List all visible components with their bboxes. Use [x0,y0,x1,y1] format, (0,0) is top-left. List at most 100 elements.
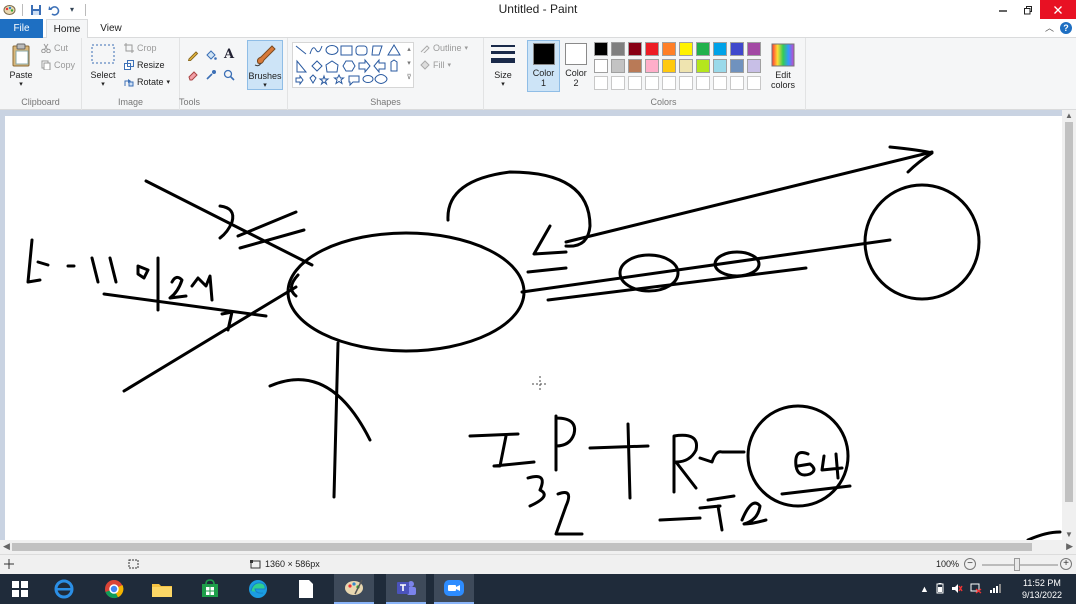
paint-app-icon[interactable] [2,3,16,17]
close-button[interactable] [1040,0,1076,19]
text-tool-icon[interactable]: A [222,47,236,62]
minimize-button[interactable] [990,0,1015,19]
select-dropdown-icon[interactable]: ▾ [88,80,118,88]
palette-swatch[interactable] [645,42,659,56]
tab-file[interactable]: File [0,19,43,38]
scroll-down-icon[interactable]: ▼ [1065,530,1073,539]
palette-swatch[interactable] [645,59,659,73]
color1-button[interactable]: Color 1 [527,40,560,92]
volume-icon[interactable] [951,583,963,596]
tray-overflow-icon[interactable]: ▲ [920,584,929,594]
vertical-scrollbar[interactable]: ▲ ▼ [1062,110,1076,540]
shapes-scroll[interactable]: ▴ ▾ ⊽ [404,43,414,87]
horizontal-scrollbar[interactable]: ◀ ▶ [0,540,1076,554]
palette-swatch[interactable] [628,76,642,90]
palette-swatch[interactable] [611,59,625,73]
edit-colors-button[interactable]: Edit colors [768,42,798,90]
pencil-icon[interactable] [186,48,200,62]
palette-swatch[interactable] [730,42,744,56]
palette-swatch[interactable] [713,42,727,56]
brushes-button[interactable]: Brushes ▾ [247,40,283,90]
taskbar-chrome[interactable] [94,574,134,604]
palette-swatch[interactable] [628,42,642,56]
undo-icon[interactable] [47,3,61,17]
palette-swatch[interactable] [696,59,710,73]
palette-swatch[interactable] [628,59,642,73]
eraser-icon[interactable] [186,68,200,82]
crop-icon [124,43,134,53]
network-icon[interactable] [970,583,982,596]
copy-button[interactable]: Copy [41,60,75,71]
drawing-stroke [532,224,568,256]
palette-swatch[interactable] [696,42,710,56]
tab-home[interactable]: Home [46,19,88,39]
customize-qat-icon[interactable]: ▾ [65,3,79,17]
palette-swatch[interactable] [594,59,608,73]
palette-swatch[interactable] [594,42,608,56]
tab-view[interactable]: View [92,19,130,38]
crop-button[interactable]: Crop [124,43,157,53]
palette-swatch[interactable] [679,59,693,73]
palette-swatch[interactable] [747,42,761,56]
brushes-dropdown-icon[interactable]: ▾ [248,81,282,89]
outline-button[interactable]: Outline ▾ [420,43,468,55]
palette-swatch[interactable] [662,59,676,73]
palette-swatch[interactable] [730,59,744,73]
zoom-slider-thumb[interactable] [1014,558,1020,571]
paste-dropdown-icon[interactable]: ▾ [6,80,36,88]
taskbar-file-explorer[interactable] [142,574,182,604]
taskbar-edge[interactable] [238,574,278,604]
palette-swatch[interactable] [611,42,625,56]
taskbar-teams[interactable] [386,574,426,604]
palette-swatch[interactable] [611,76,625,90]
horizontal-scroll-thumb[interactable] [12,543,1032,551]
taskbar-clock[interactable]: 11:52 PM 9/13/2022 [1022,577,1062,601]
fill-bucket-icon[interactable] [204,48,218,62]
palette-swatch[interactable] [696,76,710,90]
fill-button[interactable]: Fill ▾ [420,60,451,70]
palette-swatch[interactable] [679,42,693,56]
scroll-right-icon[interactable]: ▶ [1066,541,1073,552]
taskbar-store[interactable] [190,574,230,604]
vertical-scroll-thumb[interactable] [1065,122,1073,502]
magnifier-icon[interactable] [222,68,236,82]
size-dropdown-icon[interactable]: ▾ [487,80,519,88]
palette-swatch[interactable] [645,76,659,90]
start-button[interactable] [0,574,40,604]
taskbar-internet-explorer[interactable] [44,574,84,604]
restore-button[interactable] [1015,0,1040,19]
resize-button[interactable]: Resize [124,60,165,70]
save-icon[interactable] [29,3,43,17]
palette-swatch[interactable] [679,76,693,90]
help-icon[interactable]: ? [1060,21,1072,34]
taskbar-paint[interactable] [334,574,374,604]
palette-swatch[interactable] [713,76,727,90]
wifi-signal-icon[interactable] [989,583,1001,595]
select-button[interactable]: Select ▾ [88,42,118,88]
scroll-up-icon[interactable]: ▲ [1065,111,1073,120]
scroll-left-icon[interactable]: ◀ [3,541,10,552]
taskbar-notepad[interactable] [286,574,326,604]
palette-swatch[interactable] [730,76,744,90]
shapes-gallery[interactable] [292,42,414,88]
rotate-button[interactable]: Rotate ▾ [124,77,170,87]
zoom-slider[interactable] [982,564,1058,566]
palette-swatch[interactable] [713,59,727,73]
palette-swatch[interactable] [594,76,608,90]
taskbar-zoom[interactable] [434,574,474,604]
battery-icon[interactable] [936,582,944,596]
paste-button[interactable]: Paste ▾ [6,42,36,88]
color-picker-icon[interactable] [204,68,218,82]
color2-number: 2 [573,78,579,88]
zoom-in-button[interactable]: + [1060,558,1072,570]
drawing-canvas[interactable] [5,116,1062,542]
cut-button[interactable]: Cut [41,43,68,54]
palette-swatch[interactable] [662,76,676,90]
zoom-out-button[interactable]: − [964,558,976,570]
size-button[interactable]: Size ▾ [487,42,519,88]
color2-button[interactable]: Color 2 [563,40,589,92]
collapse-ribbon-icon[interactable]: ︿ [1045,21,1054,34]
palette-swatch[interactable] [747,76,761,90]
palette-swatch[interactable] [747,59,761,73]
palette-swatch[interactable] [662,42,676,56]
